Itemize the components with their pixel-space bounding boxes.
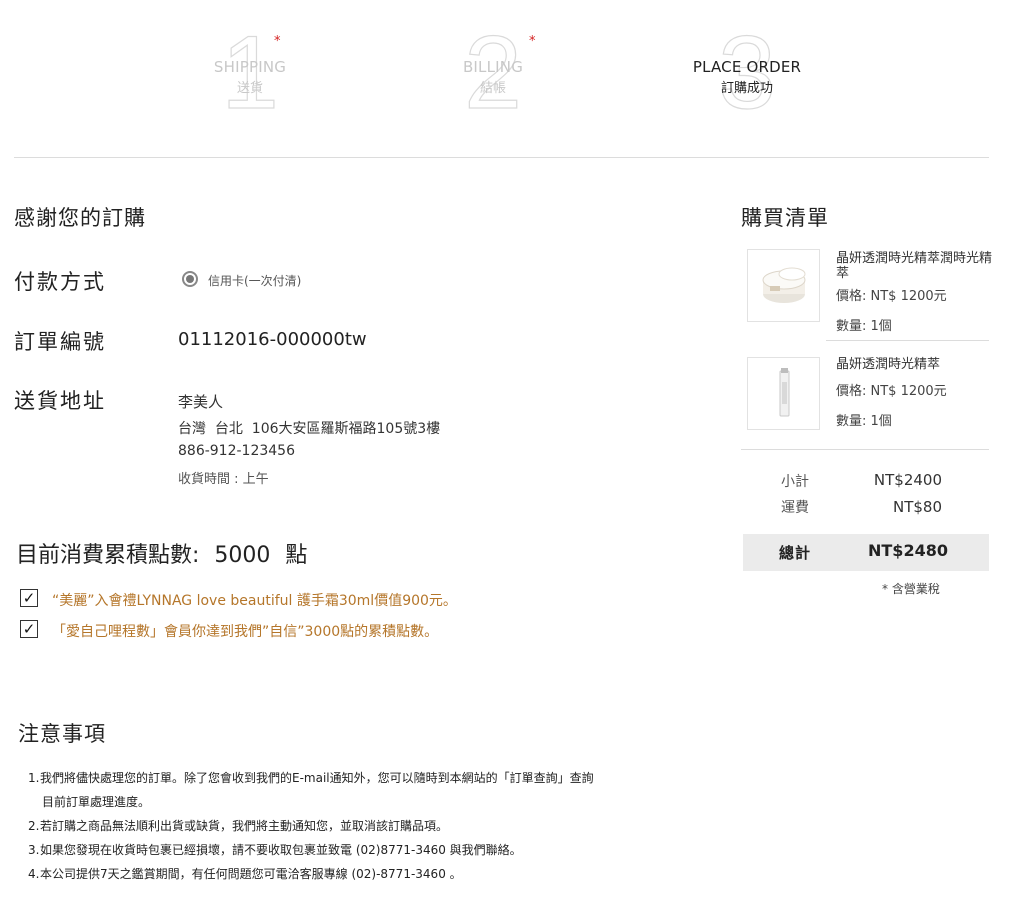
product-name[interactable]: 晶妍透潤時光精萃: [836, 357, 992, 372]
points-label: 目前消費累積點數:: [16, 543, 200, 568]
recipient-phone: 886-912-123456: [178, 443, 295, 459]
notes-list: 1. 我們將儘快處理您的訂單。除了您會收到我們的E-mail通知外，您可以隨時到…: [28, 766, 668, 886]
thanks-heading: 感謝您的訂購: [14, 206, 146, 230]
notes-title: 注意事項: [18, 722, 106, 746]
note-index: 1.: [28, 771, 40, 785]
points-reward-text: 「愛自己哩程數」會員你達到我們”自信”3000點的累積點數。: [52, 624, 439, 640]
recipient-address: 台灣 台北 106大安區羅斯福路105號3樓: [178, 421, 441, 437]
product-price: 價格: NT$ 1200元: [836, 384, 947, 399]
address-label: 送貨地址: [14, 389, 106, 413]
product-image-cream[interactable]: [747, 249, 820, 322]
step-label-zh: 送貨: [236, 81, 263, 96]
note-text: 若訂購之商品無法順利出貨或缺貨，我們將主動通知您，並取消該訂購品項。: [40, 819, 449, 833]
tax-note: * 含營業稅: [882, 582, 940, 596]
note-item: 4. 本公司提供7天之鑑賞期間，有任何問題您可電洽客服專線 (02)-8771-…: [28, 862, 668, 886]
step-shipping: 1 SHIPPING 送貨 *: [160, 20, 340, 125]
cart-title: 購買清單: [741, 206, 829, 230]
points-checkbox[interactable]: ✓: [20, 620, 38, 638]
cart-divider: [826, 340, 989, 341]
note-text: 如果您發現在收貨時包裹已經損壞，請不要收取包裹並致電 (02)8771-3460…: [40, 843, 522, 857]
subtotal-label: 小計: [781, 474, 809, 490]
product-price: 價格: NT$ 1200元: [836, 289, 947, 304]
header-divider: [14, 157, 989, 158]
note-item: 2. 若訂購之商品無法順利出貨或缺貨，我們將主動通知您，並取消該訂購品項。: [28, 814, 668, 838]
subtotal-value: NT$2400: [873, 471, 942, 489]
shipping-fee-label: 運費: [781, 500, 809, 516]
step-label-zh: 訂購成功: [720, 81, 773, 96]
payment-radio[interactable]: [182, 271, 198, 287]
required-marker: *: [274, 34, 281, 49]
cart-divider: [741, 449, 989, 450]
product-qty: 數量: 1個: [836, 414, 892, 429]
serum-bottle-icon: [779, 368, 790, 417]
delivery-time: 收貨時間 : 上午: [178, 472, 269, 487]
step-label-en: PLACE ORDER: [692, 58, 802, 76]
note-continuation: 目前訂單處理進度。: [42, 795, 151, 809]
step-label-en: SHIPPING: [213, 58, 287, 76]
recipient-name: 李美人: [178, 393, 224, 411]
gift-checkbox[interactable]: ✓: [20, 589, 38, 607]
gift-text: “美麗”入會禮LYNNAG love beautiful 護手霜30ml價值90…: [52, 593, 457, 609]
points-summary: 目前消費累積點數: 5000 點: [16, 537, 307, 569]
order-number-label: 訂單編號: [14, 330, 106, 354]
product-qty: 數量: 1個: [836, 319, 892, 334]
step-label-zh: 結帳: [479, 81, 506, 96]
step-billing: 2 BILLING 結帳 *: [403, 20, 583, 125]
note-item: 3. 如果您發現在收貨時包裹已經損壞，請不要收取包裹並致電 (02)8771-3…: [28, 838, 668, 862]
points-unit: 點: [285, 543, 308, 568]
cream-jar-icon: [762, 267, 806, 303]
step-label-en: BILLING: [462, 58, 524, 76]
order-number: 01112016-000000tw: [178, 329, 367, 350]
product-name[interactable]: 晶妍透潤時光精萃潤時光精萃: [836, 251, 992, 281]
points-value: 5000: [214, 543, 271, 568]
step-place-order: 3 PLACE ORDER 訂購成功: [657, 20, 837, 125]
payment-method-label: 付款方式: [14, 270, 106, 294]
shipping-fee-value: NT$80: [892, 498, 942, 516]
product-image-serum[interactable]: [747, 357, 820, 430]
total-value: NT$2480: [868, 541, 948, 560]
note-index: 3.: [28, 843, 40, 857]
total-label: 總計: [779, 544, 812, 562]
note-index: 2.: [28, 819, 40, 833]
note-index: 4.: [28, 867, 40, 881]
required-marker: *: [529, 34, 536, 49]
payment-option-text: 信用卡(一次付清): [208, 274, 302, 288]
note-text: 我們將儘快處理您的訂單。除了您會收到我們的E-mail通知外，您可以隨時到本網站…: [40, 771, 594, 785]
note-item: 1. 我們將儘快處理您的訂單。除了您會收到我們的E-mail通知外，您可以隨時到…: [28, 766, 668, 790]
note-text: 本公司提供7天之鑑賞期間，有任何問題您可電洽客服專線 (02)-8771-346…: [40, 867, 462, 881]
